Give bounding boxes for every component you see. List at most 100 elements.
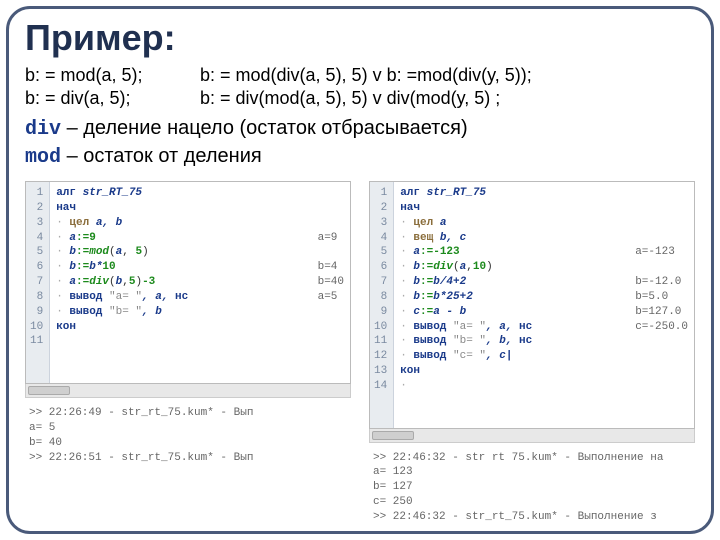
note-div-text: – деление нацело (остаток отбрасывается) — [61, 117, 468, 139]
str-b: "b= " — [453, 335, 486, 347]
var-a: a — [440, 217, 447, 229]
out-c: , c| — [486, 350, 512, 362]
kw-alg: алг — [56, 187, 82, 199]
eq-r1c2: b: = mod(div(a, 5), 5) v b: =mod(div(y, … — [200, 65, 695, 86]
right-gutter: 1 2 3 4 5 6 7 8 9 10 11 12 13 14 — [370, 182, 394, 428]
right-runtime-values: a=-123 b=-12.0 b=5.0 b=127.0 c=-250.0 — [635, 186, 688, 334]
comma: , — [122, 246, 135, 258]
keyword-mod: mod — [25, 146, 61, 169]
indent-dot: · — [400, 350, 413, 362]
expr-amb: a - b — [433, 306, 466, 318]
op-assign: := — [420, 246, 433, 258]
paren: ) — [486, 261, 493, 273]
indent-dot: · — [400, 261, 413, 273]
paren: ( — [109, 276, 116, 288]
kw-end: кон — [56, 321, 76, 333]
kw-output: вывод — [413, 335, 453, 347]
indent-dot: · — [56, 217, 69, 229]
expr-bdiv4: b/4+2 — [433, 276, 466, 288]
fn-div: div — [89, 276, 109, 288]
str-b: "b= " — [109, 306, 142, 318]
kw-real: вещ — [413, 232, 439, 244]
fn-mod: mod — [89, 246, 109, 258]
left-code: алг str_RT_75 нач · цел a, b · a:=9 · b:… — [50, 182, 350, 383]
num-m3: -3 — [142, 276, 155, 288]
expr-bmul: b* — [89, 261, 102, 273]
out-a: , a, — [486, 321, 519, 333]
fn-div: div — [433, 261, 453, 273]
vars-bc: b, c — [440, 232, 466, 244]
notes-block: div – деление нацело (остаток отбрасывае… — [25, 115, 695, 171]
kw-newline: нс — [519, 335, 532, 347]
eq-r2c2: b: = div(mod(a, 5), 5) v div(mod(y, 5) ; — [200, 88, 695, 109]
indent-dot: · — [56, 306, 69, 318]
op-assign: := — [76, 246, 89, 258]
kw-output: вывод — [69, 306, 109, 318]
indent-dot: · — [400, 246, 413, 258]
note-mod-text: – остаток от деления — [61, 145, 262, 167]
right-code: алг str_RT_75 нач · цел a · вещ b, c · a… — [394, 182, 694, 428]
eq-r2c1: b: = div(a, 5); — [25, 88, 200, 109]
op-assign: := — [420, 276, 433, 288]
right-console: >> 22:46:32 - str rt 75.kum* - Выполнени… — [369, 449, 695, 527]
out-b: , b — [142, 306, 162, 318]
expr-bmul25: b*25+2 — [433, 291, 473, 303]
op-assign: := — [76, 232, 89, 244]
indent-dot: · — [56, 232, 69, 244]
paren: ) — [142, 246, 149, 258]
kw-newline: нс — [175, 291, 188, 303]
op-assign: := — [420, 291, 433, 303]
op-assign: := — [76, 276, 89, 288]
comma: , — [466, 261, 473, 273]
indent-dot: · — [400, 380, 407, 392]
out-a: , a, — [142, 291, 175, 303]
op-assign: := — [420, 306, 433, 318]
left-editor: 1 2 3 4 5 6 7 8 9 10 11 алг str_RT_75 на… — [25, 181, 351, 384]
num-m123: -123 — [433, 246, 459, 258]
slide-title: Пример: — [25, 17, 695, 59]
str-a: "a= " — [109, 291, 142, 303]
eq-r1c1: b: = mod(a, 5); — [25, 65, 200, 86]
left-console: >> 22:26:49 - str_rt_75.kum* - Вып a= 5 … — [25, 404, 351, 467]
num-9: 9 — [89, 232, 96, 244]
kw-begin: нач — [56, 202, 76, 214]
kw-int: цел — [69, 217, 95, 229]
kw-output: вывод — [413, 350, 453, 362]
paren: ( — [109, 246, 116, 258]
right-editor: 1 2 3 4 5 6 7 8 9 10 11 12 13 14 алг str… — [369, 181, 695, 429]
comma: , — [122, 276, 129, 288]
indent-dot: · — [400, 306, 413, 318]
indent-dot: · — [56, 261, 69, 273]
left-runtime-values: a=9 b=4 b=40 a=5 — [318, 186, 344, 305]
num-10: 10 — [102, 261, 115, 273]
example-row-2: b: = div(a, 5); b: = div(mod(a, 5), 5) v… — [25, 88, 695, 109]
prog-name: str_RT_75 — [427, 187, 486, 199]
paren: ( — [453, 261, 460, 273]
indent-dot: · — [400, 217, 413, 229]
left-scrollbar[interactable] — [25, 384, 351, 398]
out-b: , b, — [486, 335, 519, 347]
indent-dot: · — [400, 276, 413, 288]
example-row-1: b: = mod(a, 5); b: = mod(div(a, 5), 5) v… — [25, 65, 695, 86]
left-screenshot: 1 2 3 4 5 6 7 8 9 10 11 алг str_RT_75 на… — [25, 181, 351, 527]
right-screenshot: 1 2 3 4 5 6 7 8 9 10 11 12 13 14 алг str… — [369, 181, 695, 527]
kw-end: кон — [400, 365, 420, 377]
slide-frame: Пример: b: = mod(a, 5); b: = mod(div(a, … — [6, 6, 714, 534]
kw-alg: алг — [400, 187, 426, 199]
indent-dot: · — [400, 335, 413, 347]
num-10: 10 — [473, 261, 486, 273]
kw-newline: нс — [519, 321, 532, 333]
screenshots-row: 1 2 3 4 5 6 7 8 9 10 11 алг str_RT_75 на… — [25, 181, 695, 527]
indent-dot: · — [56, 246, 69, 258]
str-c: "c= " — [453, 350, 486, 362]
indent-dot: · — [400, 291, 413, 303]
str-a: "a= " — [453, 321, 486, 333]
indent-dot: · — [400, 232, 413, 244]
indent-dot: · — [56, 291, 69, 303]
prog-name: str_RT_75 — [83, 187, 142, 199]
kw-output: вывод — [69, 291, 109, 303]
keyword-div: div — [25, 118, 61, 141]
op-assign: := — [420, 261, 433, 273]
indent-dot: · — [400, 321, 413, 333]
right-scrollbar[interactable] — [369, 429, 695, 443]
